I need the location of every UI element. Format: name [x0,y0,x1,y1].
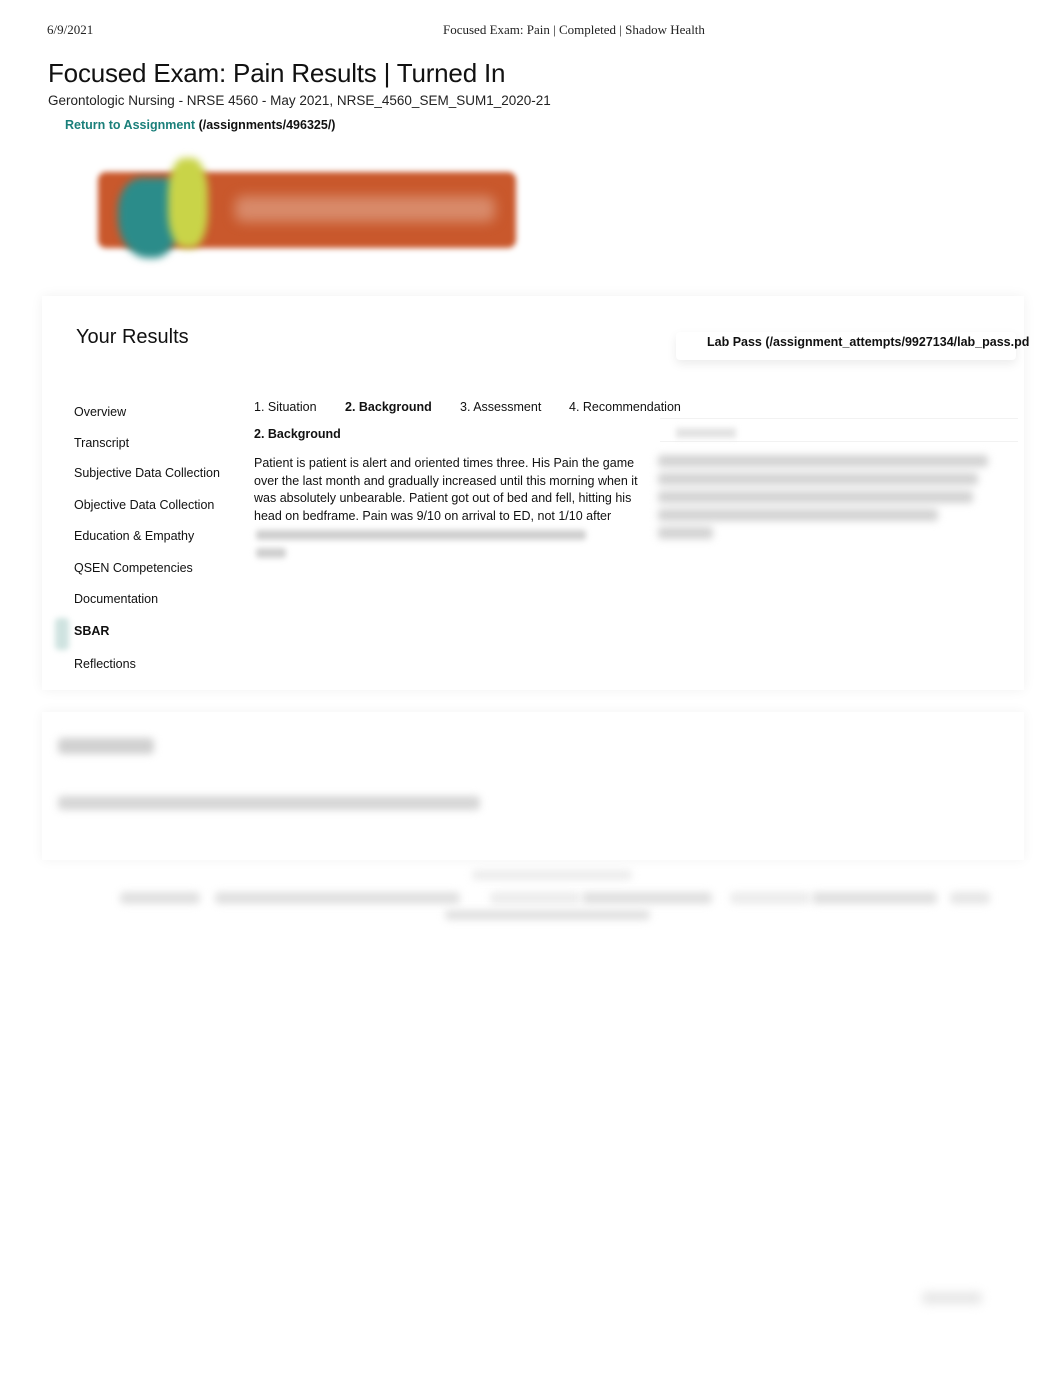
section-heading: 2. Background [254,427,341,441]
return-link-path: (/assignments/496325/) [195,118,336,132]
print-title: Focused Exam: Pain | Completed | Shadow … [443,22,705,37]
footer-copyright [472,870,632,880]
footer-text [120,892,200,904]
sidebar-item-overview[interactable]: Overview [74,405,126,419]
obscured-panel-content [658,455,998,565]
footer-link[interactable] [215,892,460,904]
tab-situation[interactable]: 1. Situation [254,400,317,414]
body-line: head on bedframe. Pain was 9/10 on arriv… [254,508,612,523]
section-body: Patient is patient is alert and oriented… [254,455,644,525]
tab-recommendation[interactable]: 4. Recommendation [569,400,681,414]
body-line: over the last month and gradually increa… [254,473,638,488]
footer-text [730,892,810,904]
body-line: Patient is patient is alert and oriented… [254,456,635,470]
footer-link[interactable] [445,910,650,920]
results-title: Your Results [76,326,189,348]
course-line: Gerontologic Nursing - NRSE 4560 - May 2… [48,93,551,108]
sidebar-item-sbar[interactable]: SBAR [74,624,109,638]
page-title: Focused Exam: Pain Results | Turned In [48,58,506,88]
lab-pass-link[interactable]: Lab Pass (/assignment_attempts/9927134/l… [707,335,1029,349]
sidebar-item-education-empathy[interactable]: Education & Empathy [74,529,194,543]
return-to-assignment-link[interactable]: Return to Assignment (/assignments/49632… [65,118,335,132]
body-line: was absolutely unbearable. Patient got o… [254,491,632,505]
sidebar-item-documentation[interactable]: Documentation [74,592,158,606]
page-number [922,1292,982,1304]
sidebar-item-qsen[interactable]: QSEN Competencies [74,561,193,575]
right-panel-label [676,428,736,438]
footer-text [490,892,580,904]
obscured-text [256,530,586,540]
return-link-label[interactable]: Return to Assignment [65,118,195,132]
logo-mark-icon [118,158,208,268]
tab-background[interactable]: 2. Background [345,400,432,414]
sidebar-item-reflections[interactable]: Reflections [74,657,136,671]
comments-card [42,712,1024,860]
print-date: 6/9/2021 [47,22,94,37]
sidebar-item-transcript[interactable]: Transcript [74,436,129,450]
footer-link[interactable] [582,892,712,904]
footer-text [950,892,990,904]
logo-wordmark [235,196,495,222]
tab-assessment[interactable]: 3. Assessment [460,400,541,414]
sidebar-item-subjective-data[interactable]: Subjective Data Collection [74,466,220,480]
sidebar-item-objective-data[interactable]: Objective Data Collection [74,498,214,512]
comments-title [58,738,154,754]
obscured-text [256,548,286,558]
comments-text [58,796,480,810]
active-item-indicator [55,618,69,650]
footer-link[interactable] [812,892,937,904]
